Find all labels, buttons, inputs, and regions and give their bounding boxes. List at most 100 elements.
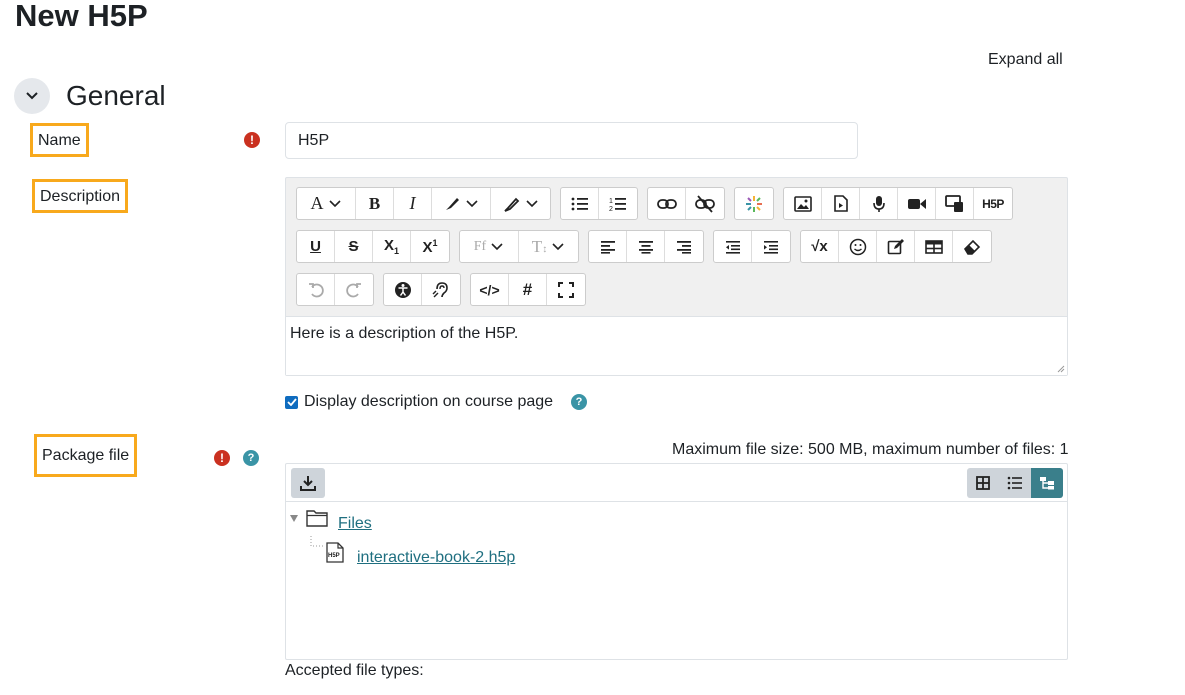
record-audio-icon [872, 195, 885, 212]
tree-connector [310, 536, 323, 547]
font-icon: A [310, 193, 324, 213]
toolbar-group-links [647, 187, 725, 220]
ordered-list-button[interactable]: 12 [599, 188, 637, 219]
media-button[interactable] [822, 188, 860, 219]
record-video-button[interactable] [898, 188, 936, 219]
toolbar-group-history [296, 273, 374, 306]
chevron-down-icon [26, 92, 38, 100]
text-color-button[interactable] [432, 188, 491, 219]
collapse-section-button[interactable] [14, 78, 50, 114]
edit-button[interactable] [877, 231, 915, 262]
redo-button[interactable] [335, 274, 373, 305]
superscript-button[interactable]: X1 [411, 231, 449, 262]
font-family-button[interactable]: Ff [460, 231, 519, 262]
ordered-list-icon: 12 [609, 197, 626, 212]
font-size-icon: T↕ [531, 236, 548, 256]
image-button[interactable] [784, 188, 822, 219]
resize-handle-icon[interactable] [1057, 365, 1065, 373]
equation-icon: √x [811, 238, 828, 255]
display-description-checkbox[interactable] [285, 395, 298, 409]
html-icon: </> [479, 281, 500, 298]
link-button[interactable] [648, 188, 686, 219]
special-character-icon: # [522, 279, 533, 299]
editor-toolbar-row-2: U S X1 X1 Ff T↕ √x [296, 230, 992, 263]
strikethrough-icon: S [348, 238, 359, 255]
file-limits: Maximum file size: 500 MB, maximum numbe… [672, 441, 1069, 458]
toolbar-group-indent [713, 230, 791, 263]
h5p-button[interactable]: H5P [974, 188, 1012, 219]
align-left-button[interactable] [589, 231, 627, 262]
screenreader-helper-icon [432, 281, 448, 297]
h5p-file-link[interactable]: interactive-book-2.h5p [357, 549, 515, 567]
help-icon[interactable]: ? [243, 450, 259, 466]
indent-button[interactable] [752, 231, 790, 262]
clear-formatting-icon [963, 239, 981, 255]
image-icon [793, 195, 812, 212]
checkmark-icon [286, 398, 297, 406]
editor-toolbar-row-1: A B I 12 H5P [296, 187, 1013, 220]
subscript-button[interactable]: X1 [373, 231, 411, 262]
list-view-button[interactable] [999, 468, 1031, 498]
tree-view-button[interactable] [1031, 468, 1063, 498]
toolbar-group-lists: 12 [560, 187, 638, 220]
emoji-picker-button[interactable] [735, 188, 773, 219]
underline-button[interactable]: U [297, 231, 335, 262]
record-video-icon [907, 198, 926, 209]
chevron-down-icon [552, 242, 564, 250]
icons-view-button[interactable] [967, 468, 999, 498]
equation-button[interactable]: √x [801, 231, 839, 262]
emoticon-button[interactable] [839, 231, 877, 262]
unlink-button[interactable] [686, 188, 724, 219]
align-center-button[interactable] [627, 231, 665, 262]
chevron-down-icon [466, 199, 478, 207]
unordered-list-button[interactable] [561, 188, 599, 219]
accessibility-checker-button[interactable] [384, 274, 422, 305]
record-audio-button[interactable] [860, 188, 898, 219]
description-editor: A B I 12 H5P U S X1 X1 Ff T↕ √x </> # He… [285, 177, 1068, 376]
toolbar-group-misc: </> # [470, 273, 586, 306]
table-button[interactable] [915, 231, 953, 262]
bold-button[interactable]: B [356, 188, 394, 219]
outdent-button[interactable] [714, 231, 752, 262]
screenreader-helper-button[interactable] [422, 274, 460, 305]
fullscreen-button[interactable] [547, 274, 585, 305]
name-input[interactable] [285, 122, 858, 159]
files-folder-link[interactable]: Files [338, 515, 372, 533]
package-file-label: Package file [34, 434, 138, 477]
undo-button[interactable] [297, 274, 335, 305]
superscript-icon: X1 [422, 237, 438, 256]
chevron-down-icon [328, 199, 341, 207]
edit-icon [887, 238, 904, 254]
chevron-down-icon [491, 242, 503, 250]
font-size-button[interactable]: T↕ [519, 231, 578, 262]
font-button[interactable]: A [297, 188, 356, 219]
italic-button[interactable]: I [394, 188, 432, 219]
align-right-button[interactable] [665, 231, 703, 262]
media-icon [833, 195, 848, 212]
toolbar-group-emoji [734, 187, 774, 220]
manage-files-icon [944, 194, 963, 212]
download-button[interactable] [291, 468, 325, 498]
clear-formatting-button[interactable] [953, 231, 991, 262]
help-icon[interactable]: ? [571, 394, 588, 410]
highlight-color-button[interactable] [491, 188, 550, 219]
h5p-file-icon: H5P [326, 542, 344, 563]
align-center-icon [638, 240, 653, 254]
indent-icon [764, 240, 778, 254]
toolbar-group-text: A B I [296, 187, 551, 220]
manage-files-button[interactable] [936, 188, 974, 219]
svg-text:H5P: H5P [328, 553, 340, 559]
expand-triangle-icon[interactable] [290, 515, 298, 522]
tree-icon [1040, 477, 1054, 490]
accessibility-checker-icon [394, 281, 411, 298]
strikethrough-button[interactable]: S [335, 231, 373, 262]
file-manager-toolbar [286, 464, 1067, 502]
special-character-button[interactable]: # [509, 274, 547, 305]
description-label: Description [32, 179, 129, 213]
html-button[interactable]: </> [471, 274, 509, 305]
underline-icon: U [310, 238, 321, 255]
list-icon [1007, 476, 1022, 490]
table-icon [924, 239, 943, 254]
expand-all-link[interactable]: Expand all [988, 51, 1063, 69]
editor-content[interactable]: Here is a description of the H5P. [286, 316, 1067, 375]
